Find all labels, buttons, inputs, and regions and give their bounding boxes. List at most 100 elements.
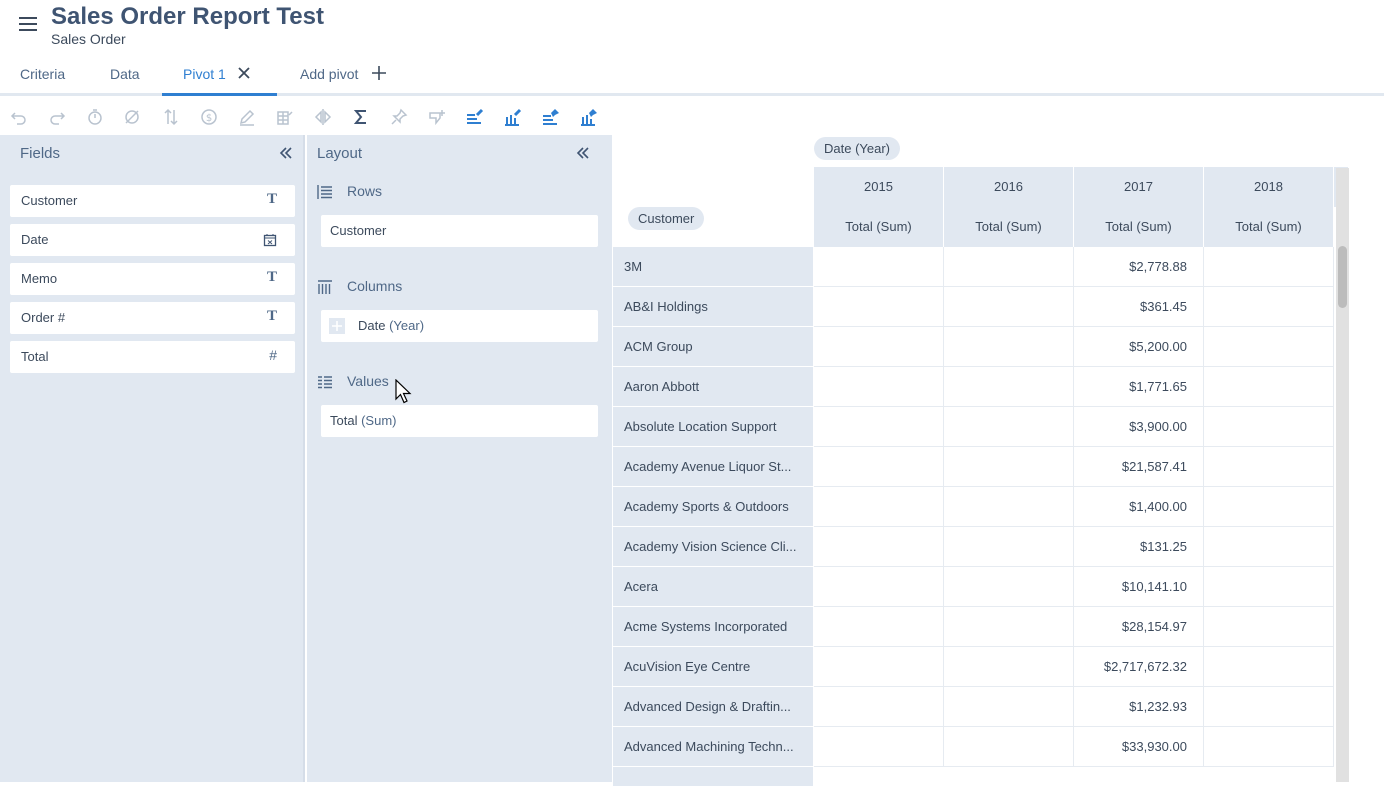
table-cell[interactable] <box>1204 687 1334 727</box>
table-cell[interactable]: $131.25 <box>1074 527 1204 567</box>
table-cell[interactable] <box>1204 287 1334 327</box>
pin-icon[interactable] <box>389 107 409 127</box>
table-cell[interactable]: $1,771.65 <box>1074 367 1204 407</box>
field-total[interactable]: Total # <box>10 341 295 373</box>
table-cell[interactable] <box>814 247 944 287</box>
measure-header[interactable]: Total (Sum) <box>1074 207 1204 247</box>
collapse-left-icon[interactable] <box>575 145 591 161</box>
table-cell[interactable]: $2,717,672.32 <box>1074 647 1204 687</box>
row-header-customer[interactable]: Academy Vision Science Cli... <box>613 527 813 567</box>
table-cell[interactable] <box>1204 527 1334 567</box>
pinned-rows-icon[interactable] <box>465 107 485 127</box>
currency-icon[interactable]: $ <box>199 107 219 127</box>
row-field-pill[interactable]: Customer <box>628 207 705 230</box>
table-cell[interactable] <box>944 327 1074 367</box>
pin-columns-icon[interactable] <box>579 107 599 127</box>
table-cell[interactable] <box>944 727 1074 767</box>
expand-icon[interactable] <box>329 318 345 334</box>
table-cell[interactable]: $361.45 <box>1074 287 1204 327</box>
columns-item-date[interactable]: Date (Year) <box>321 310 598 342</box>
table-cell[interactable] <box>944 607 1074 647</box>
table-cell[interactable]: $33,930.00 <box>1074 727 1204 767</box>
edit-icon[interactable] <box>237 107 257 127</box>
table-cell[interactable] <box>1204 647 1334 687</box>
table-cell[interactable] <box>944 647 1074 687</box>
measure-header[interactable]: Total (Sum) <box>814 207 944 247</box>
table-cell[interactable] <box>1204 607 1334 647</box>
row-header-customer[interactable]: Absolute Location Support <box>613 407 813 447</box>
table-cell[interactable] <box>814 447 944 487</box>
redo-icon[interactable] <box>47 107 67 127</box>
table-cell[interactable] <box>944 687 1074 727</box>
row-header-customer[interactable]: Acme Systems Incorporated <box>613 607 813 647</box>
table-cell[interactable]: $21,587.41 <box>1074 447 1204 487</box>
table-cell[interactable] <box>944 407 1074 447</box>
table-cell[interactable] <box>814 407 944 447</box>
pinned-columns-icon[interactable] <box>503 107 523 127</box>
table-cell[interactable] <box>1204 487 1334 527</box>
table-cell[interactable] <box>814 527 944 567</box>
table-cell[interactable] <box>944 447 1074 487</box>
field-order-number[interactable]: Order # T <box>10 302 295 334</box>
menu-icon[interactable] <box>19 17 37 31</box>
clear-icon[interactable] <box>122 107 142 127</box>
tab-criteria[interactable]: Criteria <box>20 66 65 82</box>
row-header-customer[interactable]: Aaron Abbott <box>613 367 813 407</box>
row-header-customer[interactable]: 3M <box>613 247 813 287</box>
row-header-partial[interactable] <box>613 767 813 787</box>
collapse-left-icon[interactable] <box>278 145 294 161</box>
table-cell[interactable]: $3,900.00 <box>1074 407 1204 447</box>
row-header-customer[interactable]: Academy Sports & Outdoors <box>613 487 813 527</box>
table-cell[interactable] <box>944 567 1074 607</box>
rows-item-customer[interactable]: Customer <box>321 215 598 247</box>
add-filter-icon[interactable] <box>427 107 447 127</box>
table-cell[interactable] <box>814 727 944 767</box>
row-header-customer[interactable]: Advanced Machining Techn... <box>613 727 813 767</box>
close-icon[interactable] <box>236 65 252 81</box>
table-cell[interactable] <box>814 647 944 687</box>
column-header-year[interactable]: 2015 <box>814 167 944 207</box>
table-cell[interactable] <box>814 287 944 327</box>
measure-header[interactable]: Total (Sum) <box>944 207 1074 247</box>
table-cell[interactable] <box>1204 567 1334 607</box>
table-cell[interactable] <box>1204 327 1334 367</box>
table-cell[interactable] <box>1204 727 1334 767</box>
undo-icon[interactable] <box>9 107 29 127</box>
table-cell[interactable] <box>944 487 1074 527</box>
table-cell[interactable] <box>944 287 1074 327</box>
table-cell[interactable] <box>944 367 1074 407</box>
tab-pivot-1[interactable]: Pivot 1 <box>183 66 226 82</box>
table-cell[interactable] <box>814 367 944 407</box>
table-cell[interactable] <box>1204 367 1334 407</box>
timer-icon[interactable] <box>85 107 105 127</box>
field-customer[interactable]: Customer T <box>10 185 295 217</box>
table-cell[interactable] <box>814 687 944 727</box>
table-cell[interactable]: $1,400.00 <box>1074 487 1204 527</box>
grid-format-icon[interactable] <box>275 107 295 127</box>
table-cell[interactable]: $2,778.88 <box>1074 247 1204 287</box>
row-header-customer[interactable]: AcuVision Eye Centre <box>613 647 813 687</box>
column-header-year[interactable]: 2018 <box>1204 167 1334 207</box>
row-header-customer[interactable]: Acera <box>613 567 813 607</box>
tab-add-pivot[interactable]: Add pivot <box>300 66 358 82</box>
field-memo[interactable]: Memo T <box>10 263 295 295</box>
table-cell[interactable]: $1,232.93 <box>1074 687 1204 727</box>
pin-rows-icon[interactable] <box>541 107 561 127</box>
row-header-customer[interactable]: Advanced Design & Draftin... <box>613 687 813 727</box>
table-cell[interactable] <box>814 607 944 647</box>
compare-icon[interactable] <box>313 107 333 127</box>
row-header-customer[interactable]: Academy Avenue Liquor St... <box>613 447 813 487</box>
measure-header[interactable]: Total (Sum) <box>1204 207 1334 247</box>
table-cell[interactable] <box>944 247 1074 287</box>
table-cell[interactable] <box>1204 407 1334 447</box>
column-header-year[interactable]: 2017 <box>1074 167 1204 207</box>
table-cell[interactable] <box>944 527 1074 567</box>
values-item-total[interactable]: Total (Sum) <box>321 405 598 437</box>
row-header-customer[interactable]: AB&I Holdings <box>613 287 813 327</box>
table-cell[interactable] <box>814 327 944 367</box>
table-cell[interactable] <box>1204 447 1334 487</box>
column-header-year[interactable]: 2016 <box>944 167 1074 207</box>
table-cell[interactable]: $5,200.00 <box>1074 327 1204 367</box>
scrollbar-thumb[interactable] <box>1338 246 1347 308</box>
row-header-customer[interactable]: ACM Group <box>613 327 813 367</box>
